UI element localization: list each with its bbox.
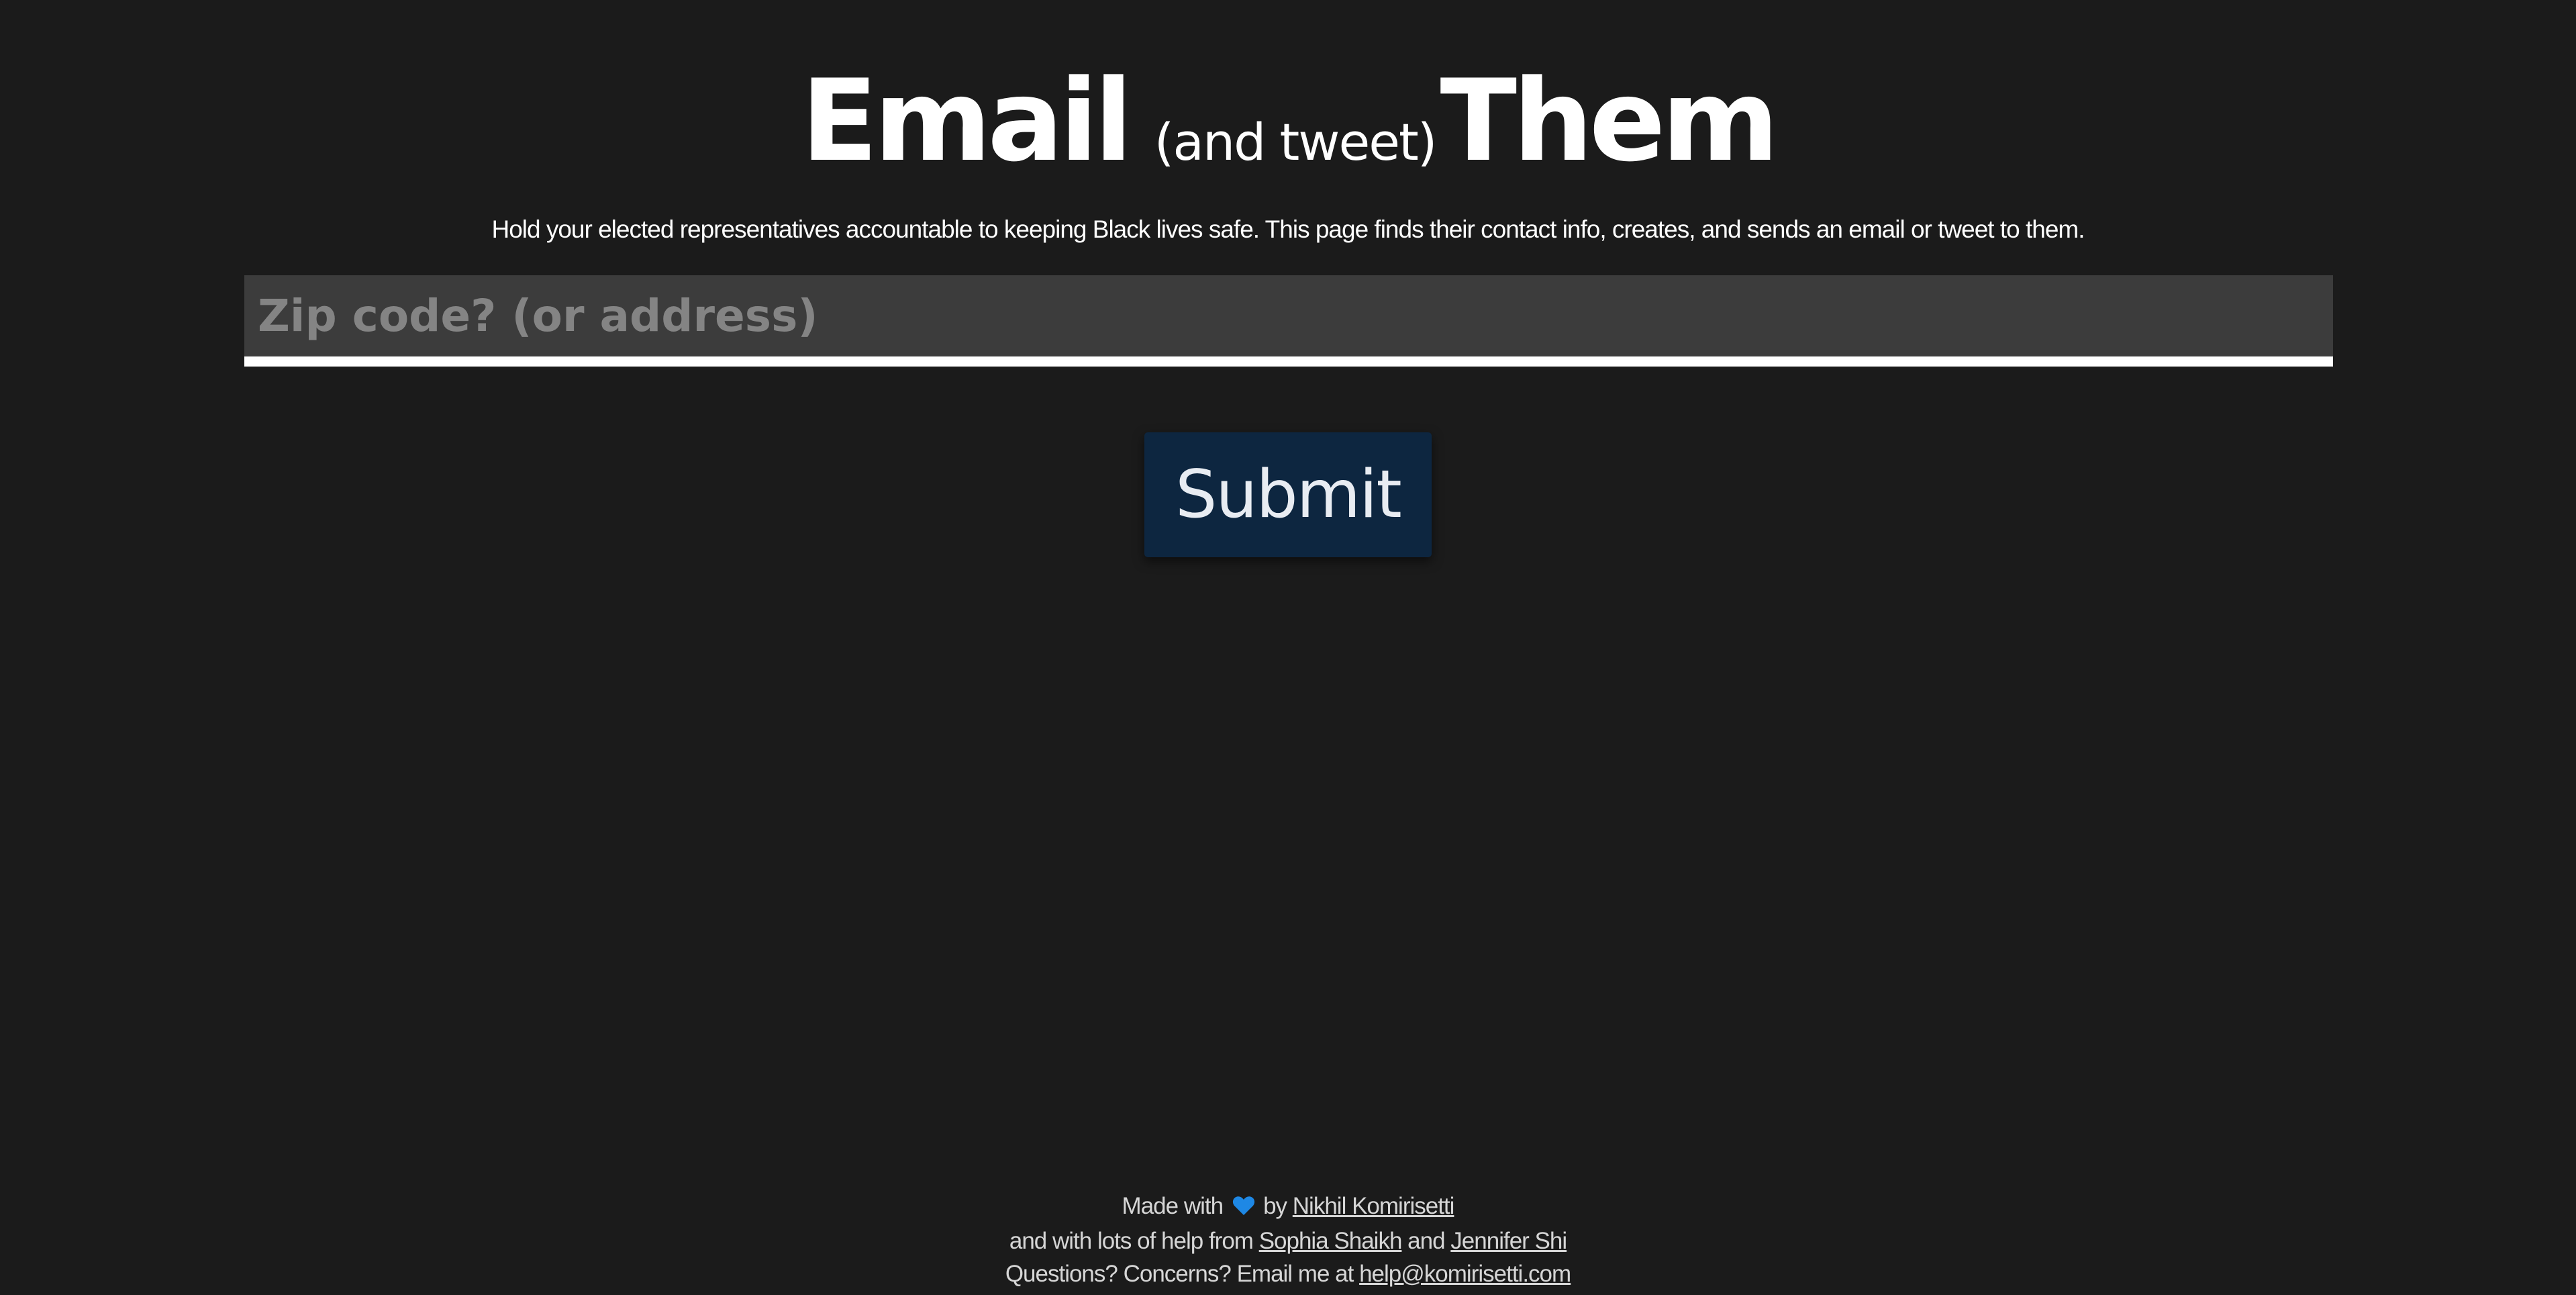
submit-button[interactable]: Submit bbox=[1144, 432, 1432, 557]
page: Email (and tweet)Them Hold your elected r… bbox=[0, 0, 2576, 1295]
helper-link-sophia[interactable]: Sophia Shaikh bbox=[1259, 1228, 1403, 1254]
footer-made-with-text: Made with bbox=[1122, 1193, 1224, 1219]
footer-by-text: by bbox=[1263, 1193, 1287, 1219]
title-email: Email bbox=[801, 55, 1132, 187]
page-subtitle: Hold your elected representatives accoun… bbox=[491, 215, 2085, 243]
footer-contact-line: Questions? Concerns? Email me at help@ko… bbox=[0, 1257, 2576, 1290]
footer-help-line: and with lots of help from Sophia Shaikh… bbox=[0, 1225, 2576, 1257]
footer-and-text: and bbox=[1407, 1228, 1445, 1254]
footer-help-text: and with lots of help from bbox=[1009, 1228, 1254, 1254]
page-title: Email (and tweet)Them bbox=[0, 47, 2576, 201]
title-them: Them bbox=[1440, 55, 1779, 187]
footer-contact-text: Questions? Concerns? Email me at bbox=[1005, 1261, 1354, 1287]
helper-link-jennifer[interactable]: Jennifer Shi bbox=[1450, 1228, 1567, 1254]
title-and-tweet: (and tweet) bbox=[1154, 112, 1438, 172]
author-link[interactable]: Nikhil Komirisetti bbox=[1293, 1193, 1455, 1219]
footer: Made with by Nikhil Komirisetti and with … bbox=[0, 1190, 2576, 1290]
contact-email-link[interactable]: help@komirisetti.com bbox=[1359, 1261, 1571, 1287]
zip-code-input[interactable] bbox=[244, 275, 2333, 367]
footer-credits-line: Made with by Nikhil Komirisetti bbox=[0, 1190, 2576, 1225]
heart-icon bbox=[1232, 1192, 1255, 1225]
